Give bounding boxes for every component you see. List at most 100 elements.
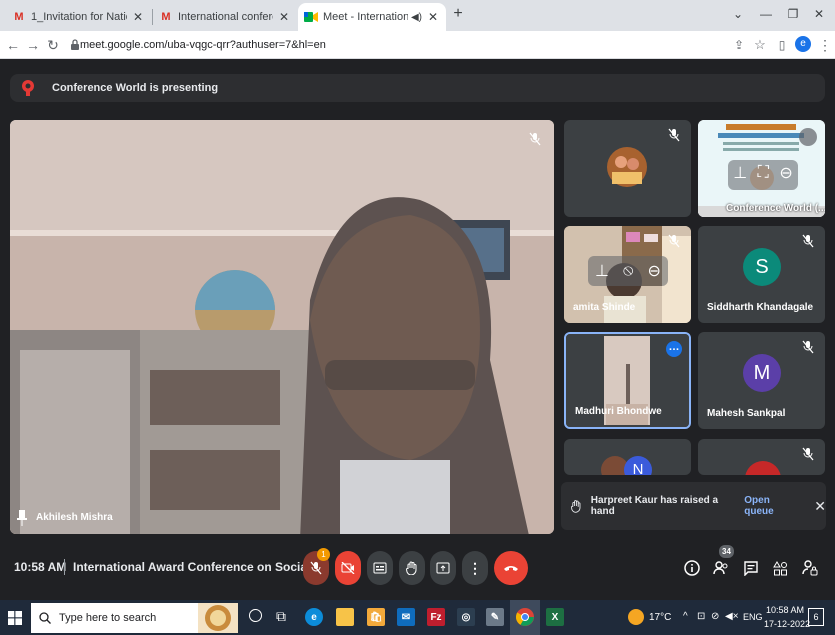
participant-name: Madhuri Bhondwe [575,406,662,417]
reload-button[interactable]: ↻ [44,35,62,55]
tab-invitation[interactable]: M 1_Invitation for National Confere ✕ [6,3,151,31]
back-button[interactable]: ← [4,35,22,55]
toast-message: Harpreet Kaur has raised a hand [590,495,719,517]
participant-tile[interactable]: N [564,439,691,475]
tab-title: 1_Invitation for National Confere [31,11,127,23]
store-icon[interactable]: 🛍 [367,608,385,626]
chat-icon [744,560,758,576]
presenting-text: Conference World is presenting [52,82,219,94]
meeting-controls: 10:58 AM International Award Conference … [0,545,835,589]
remove-icon[interactable]: ⊖ [648,261,661,281]
volume-icon[interactable]: ◀× [725,611,739,622]
camera-off-icon [341,562,355,574]
lock-icon [71,39,79,50]
tab-title: Meet - International Award C [323,11,408,23]
pen-icon[interactable]: ⊘ [711,611,719,622]
close-tab-icon[interactable]: ✕ [426,10,440,24]
close-tab-icon[interactable]: ✕ [131,10,145,24]
share-icon[interactable]: ⇪ [730,35,748,55]
end-call-button[interactable] [494,551,528,585]
tab-meet[interactable]: Meet - International Award C ◀) ✕ [298,3,446,31]
maximize-button[interactable]: ❐ [782,4,804,24]
participant-count-badge: 34 [719,545,734,558]
mic-off-icon[interactable]: ⦸ [623,262,633,280]
meet-stage: Conference World is presenting Akhilesh … [0,59,835,600]
weather-icon [628,609,644,625]
meeting-details-button[interactable] [679,551,705,585]
taskbar-search-box[interactable]: Type here to search [31,603,238,633]
minimize-button[interactable]: — [755,4,777,24]
pin-icon[interactable] [16,510,28,526]
present-now-button[interactable] [430,551,456,585]
show-hidden-icons[interactable]: ^ [683,611,688,622]
participant-tile-active[interactable]: … Madhuri Bhondwe [564,332,691,429]
remove-icon[interactable]: ⊖ [779,163,792,183]
close-toast-icon[interactable]: ✕ [814,498,826,515]
clock-time[interactable]: 10:58 AM [766,605,804,615]
clock-date[interactable]: 17-12-2022 [764,619,810,629]
edge-icon[interactable]: e [305,608,323,626]
participant-photo [607,147,647,187]
chat-button[interactable] [738,551,764,585]
participant-tile[interactable]: M Mahesh Sankpal [698,332,825,429]
meeting-time: 10:58 AM [14,560,67,574]
more-options-icon[interactable]: … [666,341,682,357]
cortana-icon[interactable] [249,609,262,622]
participant-tile[interactable] [564,120,691,217]
notes-icon[interactable]: ✎ [486,608,504,626]
side-panel-icon[interactable]: ▯ [773,35,791,55]
file-explorer-icon[interactable] [336,608,354,626]
present-icon [22,80,34,96]
network-icon[interactable]: ⊡ [697,611,705,622]
pin-icon[interactable]: ⊥ [595,261,609,281]
presentation-name: Conference World (... [726,203,825,214]
info-icon [684,560,700,576]
menu-kebab-icon[interactable]: ⋮ [816,35,834,55]
mic-off-icon [802,340,814,354]
profile-avatar[interactable]: e [795,36,811,52]
tab-search-icon[interactable]: ⌄ [727,4,749,24]
weather-temp[interactable]: 17°C [649,612,671,623]
presentation-tile[interactable]: ⊥ ⛶ ⊖ Conference World (... [698,120,825,217]
search-icon [39,612,51,624]
language-indicator[interactable]: ENG [743,612,763,622]
more-options-button[interactable]: ⋮ [462,551,488,585]
mail-icon[interactable]: ✉ [397,608,415,626]
lock-person-icon [802,560,818,576]
notifications-button[interactable]: 6 [808,608,824,626]
new-tab-button[interactable]: + [447,4,469,24]
participant-name: Siddharth Khandagale [707,302,814,313]
windows-start-icon[interactable] [8,611,22,625]
captions-button[interactable] [367,551,393,585]
activities-button[interactable] [767,551,793,585]
speaker-icon[interactable]: ◀) [411,12,422,23]
forward-button[interactable]: → [24,35,42,55]
participant-tile[interactable]: ⊥ ⦸ ⊖ amita Shinde [564,226,691,323]
main-video[interactable]: Akhilesh Mishra [10,120,554,534]
participant-tile[interactable] [698,439,825,475]
app-icon[interactable]: ◎ [457,608,475,626]
participant-tile[interactable]: S Siddharth Khandagale [698,226,825,323]
chrome-icon[interactable] [516,608,534,626]
activities-icon [772,560,787,575]
gmail-icon: M [14,11,24,23]
fullscreen-icon[interactable]: ⛶ [758,164,769,182]
open-queue-button[interactable]: Open queue [744,495,796,517]
camera-toggle-button[interactable] [335,551,361,585]
host-controls-button[interactable] [797,551,823,585]
search-placeholder: Type here to search [59,612,157,624]
address-bar[interactable]: meet.google.com/uba-vqgc-qrr?authuser=7&… [66,34,786,56]
raise-hand-button[interactable] [399,551,425,585]
gmail-icon: M [161,11,171,23]
raised-hand-toast: Harpreet Kaur has raised a hand Open que… [561,482,826,530]
close-window-button[interactable]: ✕ [808,4,830,24]
bookmark-star-icon[interactable]: ☆ [751,35,769,55]
close-tab-icon[interactable]: ✕ [277,10,291,24]
task-view-icon[interactable]: ⧉ [276,608,286,625]
speaker-video-frame [10,120,554,534]
tab-conference-mail[interactable]: M International conference Mail ✕ [153,3,297,31]
filezilla-icon[interactable]: Fz [427,608,445,626]
pin-icon[interactable]: ⊥ [733,163,747,183]
excel-icon[interactable]: X [546,608,564,626]
kebab-icon: ⋮ [468,559,482,576]
